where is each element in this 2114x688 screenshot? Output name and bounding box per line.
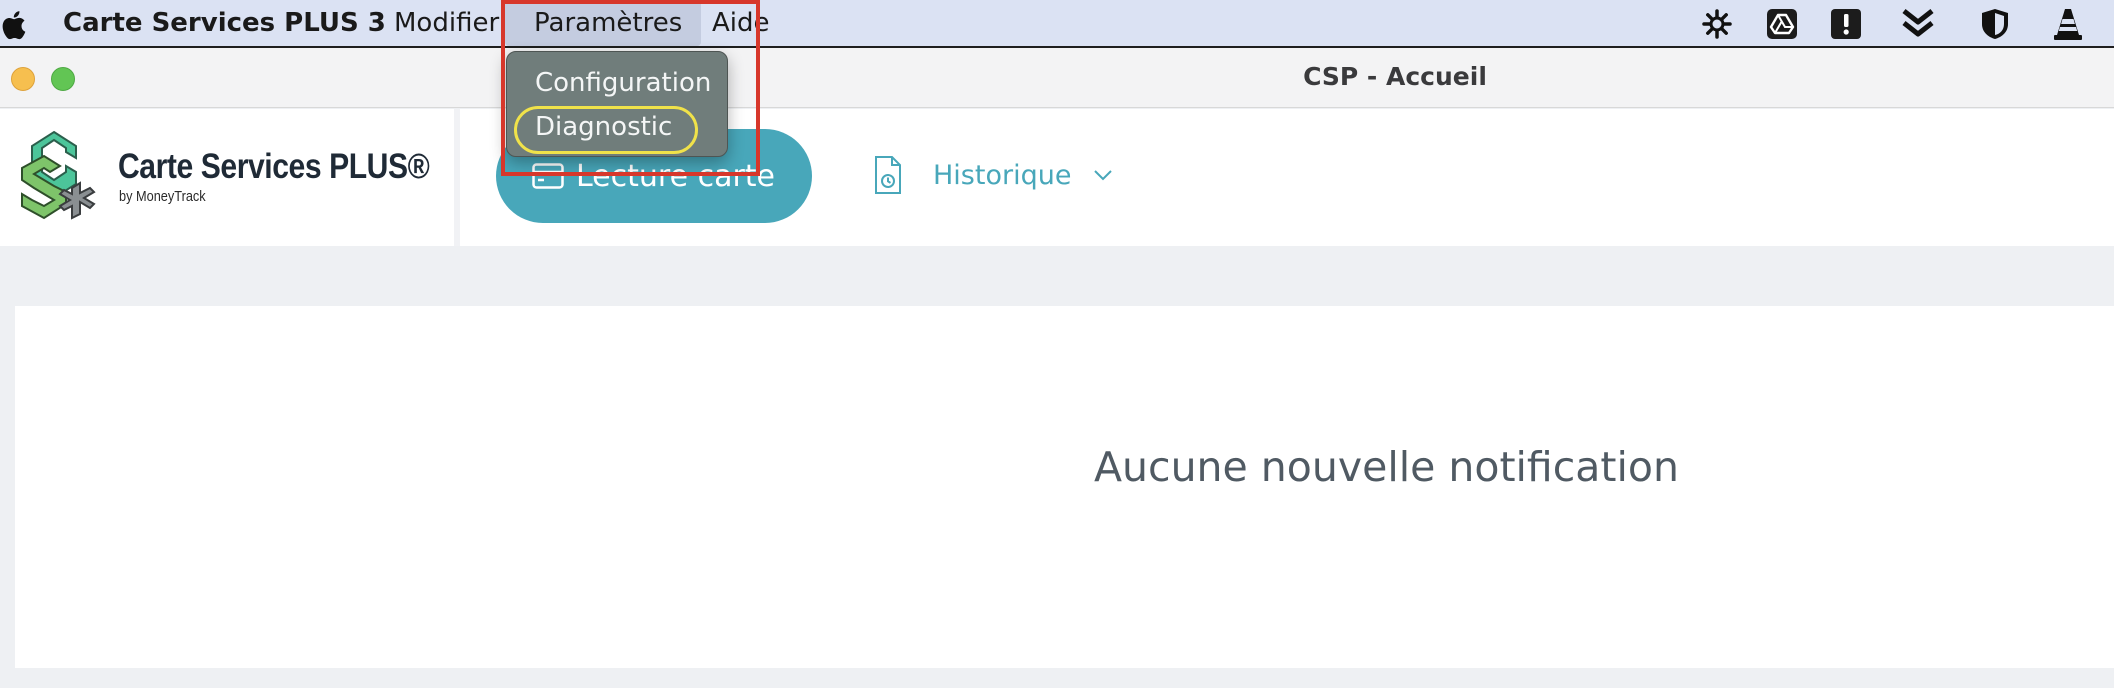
- logo-subtitle: by MoneyTrack: [119, 188, 206, 205]
- zoom-button[interactable]: [51, 67, 75, 91]
- lecture-carte-label: Lecture carte: [576, 158, 776, 194]
- menu-item-configuration[interactable]: Configuration: [535, 68, 711, 98]
- burst-icon[interactable]: [1699, 6, 1735, 42]
- menu-modifier[interactable]: Modifier: [394, 8, 499, 38]
- traffic-cone-icon[interactable]: [2050, 6, 2086, 42]
- drive-icon[interactable]: [1764, 6, 1800, 42]
- alert-icon[interactable]: [1828, 6, 1864, 42]
- minimize-button[interactable]: [11, 67, 35, 91]
- history-document-icon: [875, 156, 901, 194]
- csp-logo-icon: [21, 130, 96, 220]
- logo-title: Carte Services PLUS®: [118, 147, 430, 186]
- menu-item-diagnostic[interactable]: Diagnostic: [535, 112, 672, 142]
- parametres-dropdown: Configuration Diagnostic: [506, 51, 728, 157]
- historique-label: Historique: [933, 159, 1072, 191]
- shield-icon[interactable]: [1977, 6, 2013, 42]
- double-chevron-down-icon[interactable]: [1900, 6, 1936, 42]
- app-name-menu[interactable]: Carte Services PLUS 3: [63, 8, 386, 38]
- window-title-bar: [0, 48, 2114, 108]
- chevron-down-icon: [1094, 170, 1113, 181]
- notifications-panel: [15, 306, 2114, 668]
- empty-notifications-message: Aucune nouvelle notification: [1094, 443, 1679, 491]
- historique-menu[interactable]: Historique: [873, 155, 1113, 195]
- menu-parametres[interactable]: Paramètres: [505, 0, 701, 46]
- card-icon: [532, 163, 564, 189]
- menu-bar: Carte Services PLUS 3 Modifier Paramètre…: [0, 0, 2114, 48]
- apple-logo-icon[interactable]: [0, 10, 26, 40]
- window-title: CSP - Accueil: [1303, 62, 1487, 91]
- menu-aide[interactable]: Aide: [712, 8, 770, 38]
